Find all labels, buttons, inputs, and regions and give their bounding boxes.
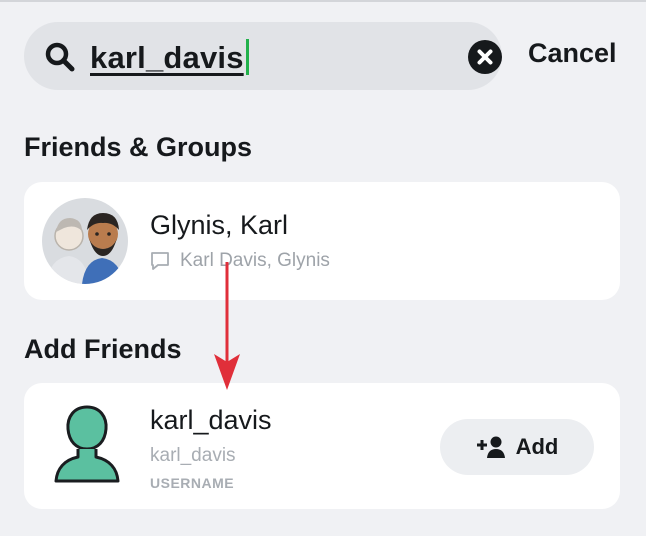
add-friend-icon: [476, 436, 505, 458]
close-icon: [477, 49, 493, 65]
text-caret: [245, 39, 249, 75]
user-result-card[interactable]: karl_davis karl_davis USERNAME Add: [24, 383, 620, 509]
section-title-add-friends: Add Friends: [24, 334, 182, 364]
group-avatar: [42, 198, 128, 284]
clear-search-button[interactable]: [468, 40, 502, 74]
cancel-button[interactable]: Cancel: [528, 38, 617, 69]
section-title-friends-groups: Friends & Groups: [24, 132, 253, 162]
add-button-label: Add: [515, 434, 559, 459]
search-query: karl_davis: [90, 40, 244, 75]
search-icon: [45, 42, 75, 72]
search-bar[interactable]: karl_davis: [24, 22, 502, 90]
group-name: Glynis, Karl: [150, 210, 289, 240]
username-tag: USERNAME: [150, 475, 235, 491]
group-result-card[interactable]: Glynis, Karl Karl Davis, Glynis: [24, 182, 620, 300]
top-divider: [0, 0, 646, 2]
user-display-name: karl_davis: [150, 405, 272, 435]
annotation-arrow-icon: [214, 262, 240, 390]
user-handle: karl_davis: [150, 445, 236, 466]
add-friend-button[interactable]: Add: [440, 419, 594, 475]
chat-bubble-icon: [151, 252, 169, 270]
search-input[interactable]: karl_davis: [90, 39, 249, 76]
group-members: Karl Davis, Glynis: [180, 250, 330, 271]
avatar-silhouette-icon: [54, 405, 120, 483]
